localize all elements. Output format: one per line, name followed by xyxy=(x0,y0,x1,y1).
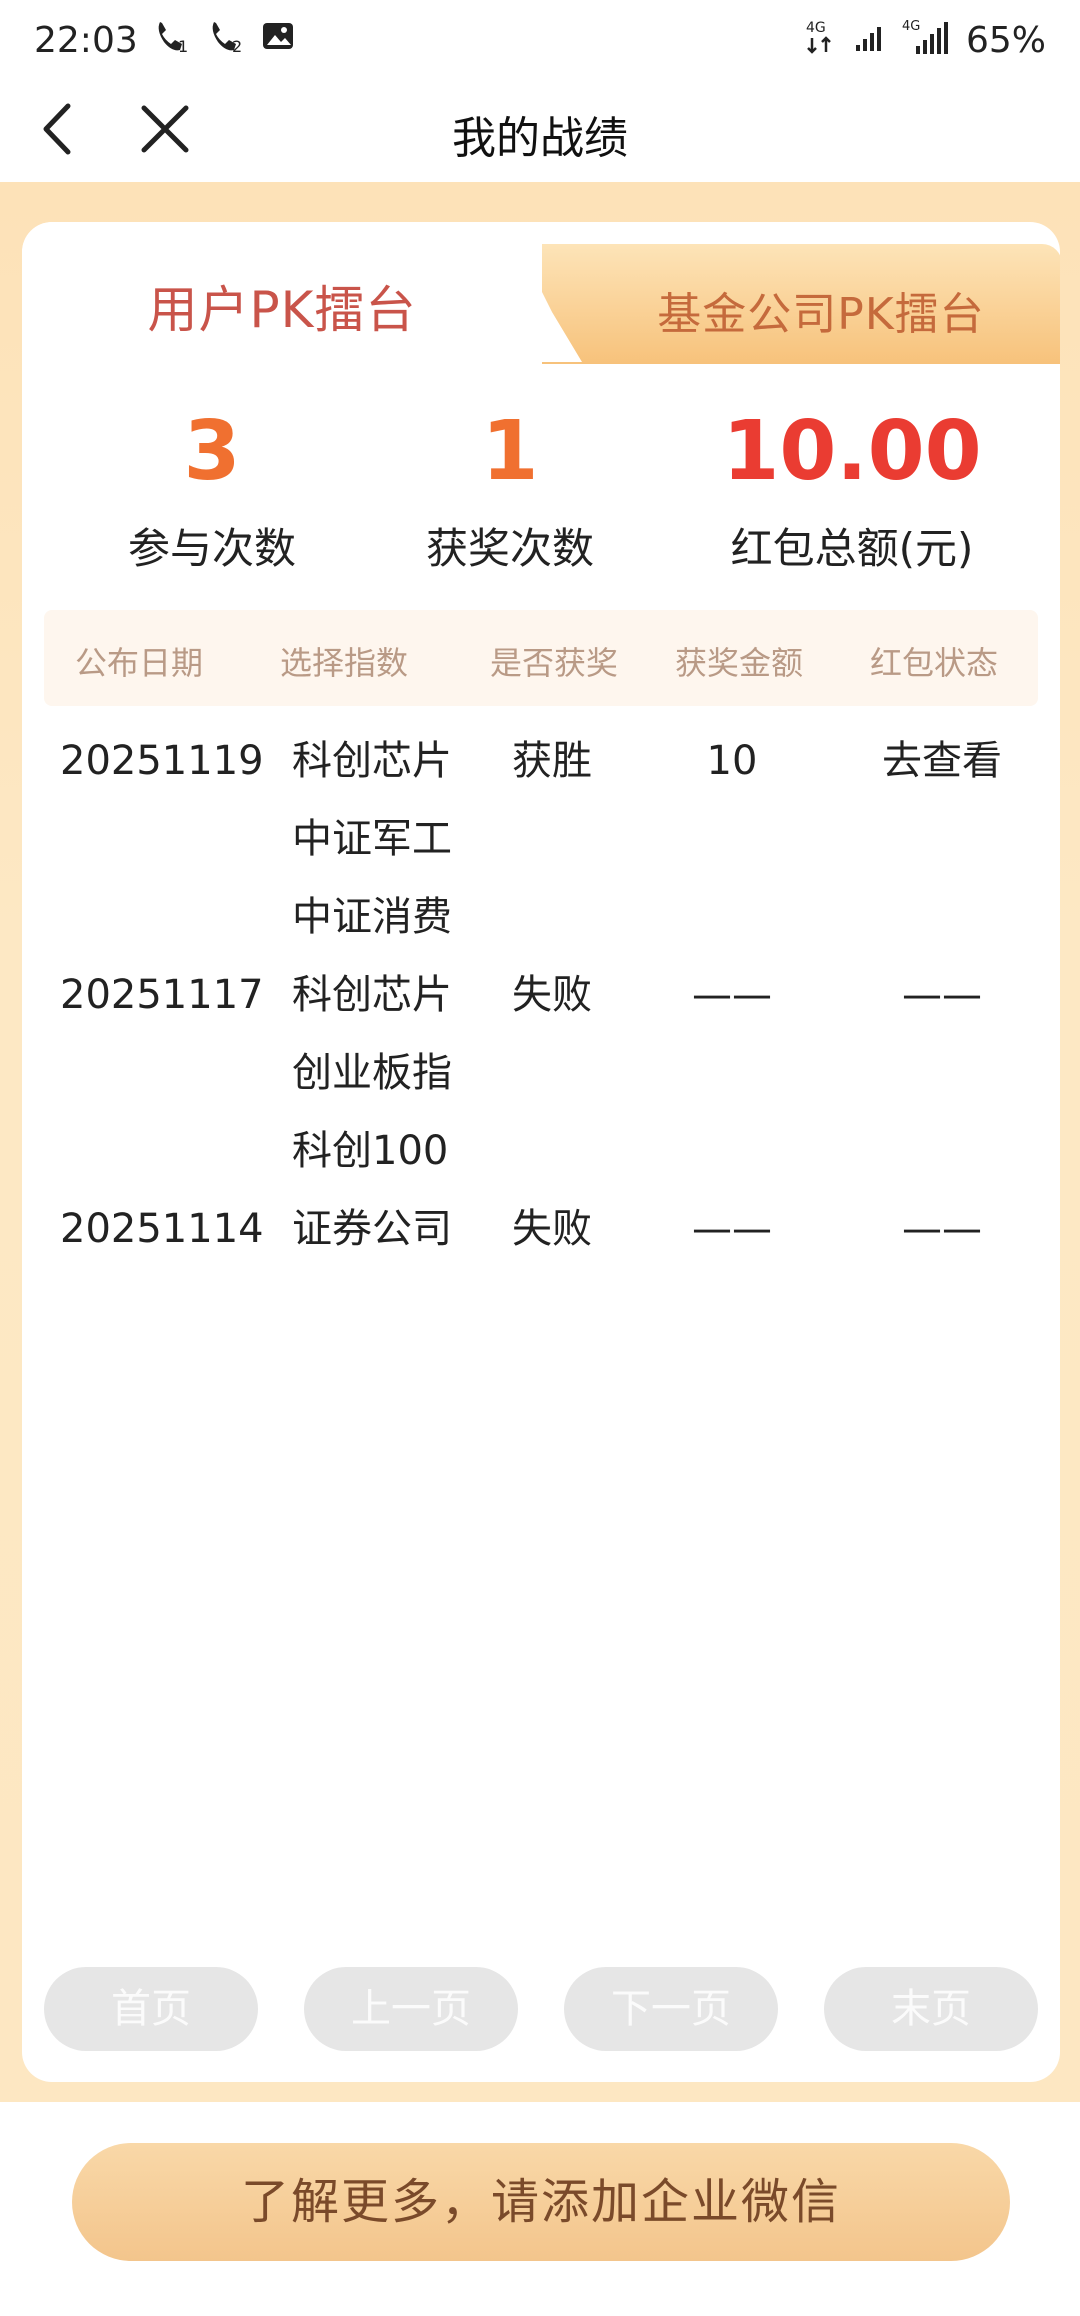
next-page-button[interactable]: 下一页 xyxy=(564,1967,778,2051)
row-index: 中证军工 xyxy=(292,816,452,862)
row-date: 20251117 xyxy=(60,972,264,1018)
stat-participations: 3 参与次数 xyxy=(82,397,342,576)
stats-summary: 3 参与次数 1 获奖次数 10.00 红包总额(元) xyxy=(22,397,1060,607)
tab-fund-company-label[interactable]: 基金公司PK擂台 xyxy=(582,278,1060,342)
row-amount: 10 xyxy=(706,738,758,784)
svg-text:4G: 4G xyxy=(806,20,826,36)
stat-participations-value: 3 xyxy=(183,404,241,499)
column-header-amount: 获奖金额 xyxy=(674,644,803,682)
row-index: 证券公司 xyxy=(292,1206,452,1252)
row-date: 20251114 xyxy=(60,1206,264,1252)
status-right: 4G 4G 65% xyxy=(804,16,1046,64)
stat-participations-label: 参与次数 xyxy=(127,524,296,573)
status-bar: 22:03 1 2 4G 4G 65% xyxy=(0,0,1080,80)
nav-bar: 我的战绩 xyxy=(0,80,1080,180)
row-amount: —— xyxy=(692,972,772,1018)
row-index: 科创100 xyxy=(292,1128,449,1174)
row-won: 失败 xyxy=(512,972,592,1018)
row-index: 科创芯片 xyxy=(292,738,452,784)
row-status: —— xyxy=(902,1206,982,1252)
add-wechat-button[interactable]: 了解更多，请添加企业微信 xyxy=(72,2143,1010,2261)
row-won: 获胜 xyxy=(512,738,592,784)
stat-redpacket-total-value: 10.00 xyxy=(722,404,982,499)
row-won: 失败 xyxy=(512,1206,592,1252)
record-card: 用户PK擂台 基金公司PK擂台 3 参与次数 1 获奖次数 10.00 红包总额… xyxy=(22,222,1060,2082)
column-header-won: 是否获奖 xyxy=(489,644,618,682)
column-header-indices: 选择指数 xyxy=(279,644,408,682)
svg-text:2: 2 xyxy=(232,37,242,56)
column-header-date: 公布日期 xyxy=(74,644,203,682)
stat-wins-value: 1 xyxy=(481,404,539,499)
stat-redpacket-total-label: 红包总额(元) xyxy=(730,524,974,573)
last-page-button[interactable]: 末页 xyxy=(824,1967,1038,2051)
page-title: 我的战绩 xyxy=(452,113,628,164)
column-header-status: 红包状态 xyxy=(869,644,998,682)
table-header: 公布日期 选择指数 是否获奖 获奖金额 红包状态 xyxy=(44,610,1038,706)
row-status: —— xyxy=(902,972,982,1018)
row-index: 创业板指 xyxy=(292,1050,452,1096)
pagination: 首页 上一页 下一页 末页 xyxy=(22,1967,1060,2051)
stat-wins-label: 获奖次数 xyxy=(425,524,594,573)
signal-2-icon: 4G xyxy=(902,16,952,64)
svg-text:4G: 4G xyxy=(902,19,920,34)
image-icon xyxy=(260,18,296,62)
tab-user-pk-label[interactable]: 用户PK擂台 xyxy=(22,270,542,342)
status-left: 22:03 1 2 xyxy=(34,16,296,64)
status-time: 22:03 xyxy=(34,19,138,61)
row-amount: —— xyxy=(692,1206,772,1252)
call-1-icon: 1 xyxy=(152,16,192,64)
prev-page-button[interactable]: 上一页 xyxy=(304,1967,518,2051)
signal-1-icon xyxy=(854,19,888,61)
battery-level: 65% xyxy=(965,19,1046,61)
svg-text:1: 1 xyxy=(178,37,188,56)
network-4g-icon: 4G xyxy=(804,16,840,64)
row-date: 20251119 xyxy=(60,738,264,784)
call-2-icon: 2 xyxy=(206,16,246,64)
stat-redpacket-total: 10.00 红包总额(元) xyxy=(682,397,1022,576)
row-index: 科创芯片 xyxy=(292,972,452,1018)
view-redpacket-link[interactable]: 去查看 xyxy=(852,722,1032,800)
stat-wins: 1 获奖次数 xyxy=(380,397,640,576)
first-page-button[interactable]: 首页 xyxy=(44,1967,258,2051)
row-index: 中证消费 xyxy=(292,894,452,940)
